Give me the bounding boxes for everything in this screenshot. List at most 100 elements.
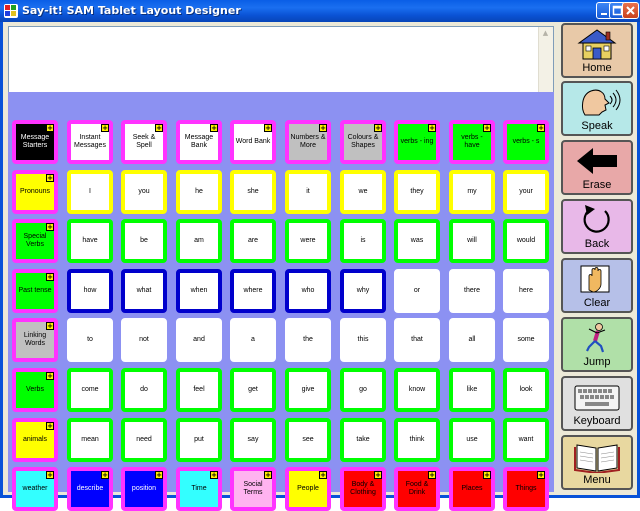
word-cell[interactable]: not	[121, 318, 167, 362]
cell-label: I	[89, 187, 91, 195]
word-cell[interactable]: there	[449, 269, 495, 313]
word-cell[interactable]: where	[230, 269, 276, 313]
folder-cell[interactable]: Special Verbs +	[12, 219, 58, 263]
folder-cell[interactable]: Word Bank +	[230, 120, 276, 164]
folder-cell[interactable]: describe +	[67, 467, 113, 511]
scroll-up-icon[interactable]: ▲	[541, 29, 550, 38]
erase-button[interactable]: Erase	[561, 140, 633, 195]
folder-cell[interactable]: Things +	[503, 467, 549, 511]
word-cell[interactable]: some	[503, 318, 549, 362]
clear-label: Clear	[583, 297, 611, 309]
word-cell[interactable]: are	[230, 219, 276, 263]
word-cell[interactable]: know	[394, 368, 440, 412]
folder-cell[interactable]: Pronouns +	[12, 170, 58, 214]
word-cell[interactable]: why	[340, 269, 386, 313]
word-cell[interactable]: your	[503, 170, 549, 214]
word-cell[interactable]: we	[340, 170, 386, 214]
word-cell[interactable]: here	[503, 269, 549, 313]
cell-label: they	[410, 187, 424, 195]
clear-button[interactable]: Clear	[561, 258, 633, 313]
word-cell[interactable]: think	[394, 418, 440, 462]
word-cell[interactable]: this	[340, 318, 386, 362]
word-cell[interactable]: my	[449, 170, 495, 214]
word-cell[interactable]: who	[285, 269, 331, 313]
word-cell[interactable]: look	[503, 368, 549, 412]
word-cell[interactable]: will	[449, 219, 495, 263]
word-cell[interactable]: that	[394, 318, 440, 362]
folder-cell[interactable]: Places +	[449, 467, 495, 511]
folder-plus-icon: +	[46, 372, 54, 380]
jump-button[interactable]: Jump	[561, 317, 633, 372]
word-cell[interactable]: the	[285, 318, 331, 362]
word-cell[interactable]: were	[285, 219, 331, 263]
word-cell[interactable]: he	[176, 170, 222, 214]
word-cell[interactable]: and	[176, 318, 222, 362]
cell-label: or	[413, 286, 421, 294]
word-cell[interactable]: want	[503, 418, 549, 462]
word-cell[interactable]: use	[449, 418, 495, 462]
folder-cell[interactable]: Numbers & More +	[285, 120, 331, 164]
word-cell[interactable]: do	[121, 368, 167, 412]
folder-cell[interactable]: Message Starters +	[12, 120, 58, 164]
word-cell[interactable]: what	[121, 269, 167, 313]
menu-button[interactable]: Menu	[561, 435, 633, 490]
folder-cell[interactable]: verbs - have +	[449, 120, 495, 164]
word-cell[interactable]: is	[340, 219, 386, 263]
folder-cell[interactable]: animals +	[12, 418, 58, 462]
folder-cell[interactable]: Colours & Shapes +	[340, 120, 386, 164]
word-cell[interactable]: need	[121, 418, 167, 462]
folder-cell[interactable]: People +	[285, 467, 331, 511]
keyboard-button[interactable]: Keyboard	[561, 376, 633, 431]
word-cell[interactable]: a	[230, 318, 276, 362]
folder-cell[interactable]: verbs - s +	[503, 120, 549, 164]
folder-cell[interactable]: Past tense +	[12, 269, 58, 313]
word-cell[interactable]: I	[67, 170, 113, 214]
speak-label: Speak	[581, 120, 613, 132]
word-cell[interactable]: would	[503, 219, 549, 263]
folder-cell[interactable]: Time +	[176, 467, 222, 511]
folder-cell[interactable]: Instant Messages +	[67, 120, 113, 164]
cell-label: were	[300, 236, 316, 244]
folder-cell[interactable]: Social Terms +	[230, 467, 276, 511]
folder-cell[interactable]: weather +	[12, 467, 58, 511]
word-cell[interactable]: you	[121, 170, 167, 214]
folder-cell[interactable]: Message Bank +	[176, 120, 222, 164]
word-cell[interactable]: was	[394, 219, 440, 263]
word-cell[interactable]: be	[121, 219, 167, 263]
word-cell[interactable]: to	[67, 318, 113, 362]
word-cell[interactable]: they	[394, 170, 440, 214]
word-cell[interactable]: say	[230, 418, 276, 462]
window-frame: ▲ ▼ Message Starters+Instant Messages+Se…	[0, 22, 640, 511]
word-cell[interactable]: how	[67, 269, 113, 313]
word-cell[interactable]: when	[176, 269, 222, 313]
word-cell[interactable]: feel	[176, 368, 222, 412]
word-cell[interactable]: mean	[67, 418, 113, 462]
folder-cell[interactable]: Food & Drink +	[394, 467, 440, 511]
word-cell[interactable]: go	[340, 368, 386, 412]
home-button[interactable]: Home	[561, 23, 633, 78]
word-cell[interactable]: give	[285, 368, 331, 412]
close-button[interactable]	[622, 2, 639, 19]
jumping-person-icon	[586, 323, 606, 353]
folder-cell[interactable]: position +	[121, 467, 167, 511]
back-button[interactable]: Back	[561, 199, 633, 254]
keyboard-icon	[574, 385, 620, 411]
word-cell[interactable]: get	[230, 368, 276, 412]
word-cell[interactable]: have	[67, 219, 113, 263]
folder-cell[interactable]: Seek & Spell +	[121, 120, 167, 164]
word-cell[interactable]: she	[230, 170, 276, 214]
word-cell[interactable]: take	[340, 418, 386, 462]
word-cell[interactable]: or	[394, 269, 440, 313]
folder-cell[interactable]: verbs - ing +	[394, 120, 440, 164]
word-cell[interactable]: like	[449, 368, 495, 412]
word-cell[interactable]: come	[67, 368, 113, 412]
word-cell[interactable]: all	[449, 318, 495, 362]
word-cell[interactable]: see	[285, 418, 331, 462]
folder-cell[interactable]: Verbs +	[12, 368, 58, 412]
word-cell[interactable]: it	[285, 170, 331, 214]
folder-cell[interactable]: Linking Words +	[12, 318, 58, 362]
folder-cell[interactable]: Body & Clothing +	[340, 467, 386, 511]
word-cell[interactable]: am	[176, 219, 222, 263]
speak-button[interactable]: Speak	[561, 81, 633, 136]
word-cell[interactable]: put	[176, 418, 222, 462]
